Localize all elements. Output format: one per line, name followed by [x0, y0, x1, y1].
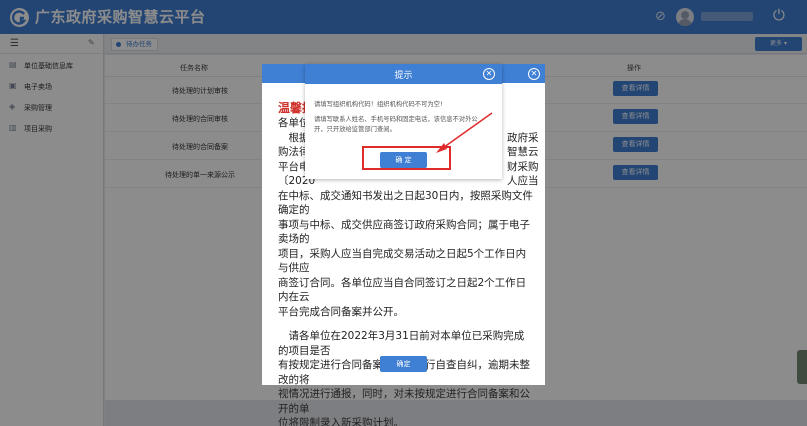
side-widget-tab[interactable]	[797, 350, 807, 384]
annotation-arrow-icon	[436, 112, 493, 153]
